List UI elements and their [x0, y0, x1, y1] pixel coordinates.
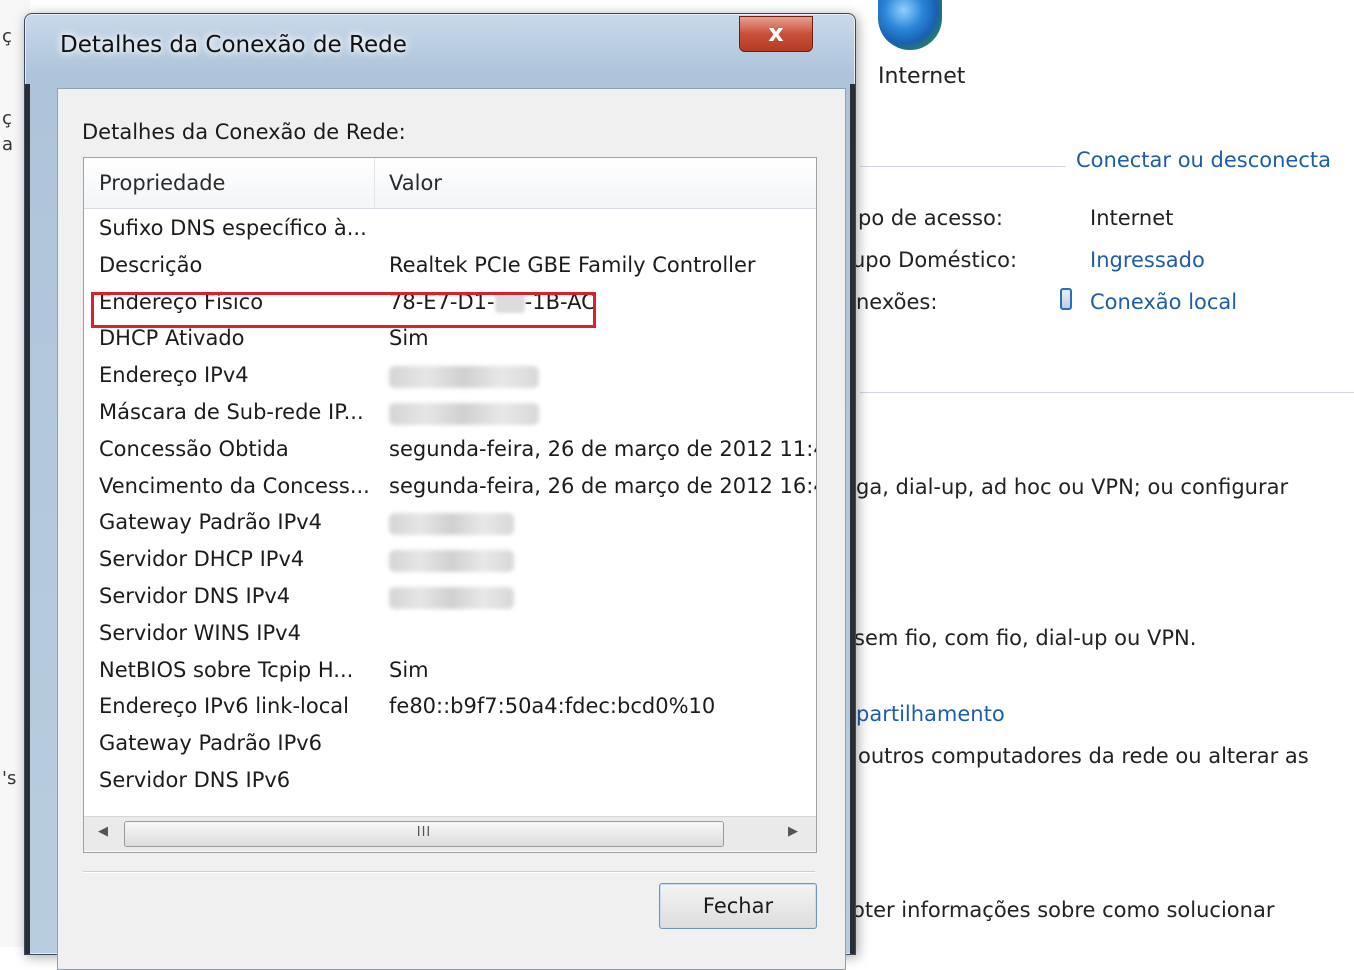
sharing-link[interactable]: partilhamento	[856, 702, 1005, 726]
table-row[interactable]: Máscara de Sub-rede IP...	[84, 398, 816, 435]
redacted-blur	[389, 513, 514, 536]
table-row[interactable]: Servidor DNS IPv6	[84, 766, 816, 803]
divider	[860, 166, 1066, 167]
connections-value-wrap: Conexão local	[1090, 290, 1237, 314]
redacted-value	[389, 400, 539, 430]
group-label: Detalhes da Conexão de Rede:	[82, 120, 406, 144]
homegroup-label: upo Doméstico:	[852, 248, 1018, 272]
scroll-left-icon[interactable]: ◀	[98, 824, 108, 839]
access-type-value: Internet	[1090, 206, 1174, 230]
close-dialog-label: Fechar	[702, 894, 774, 918]
dialog-title: Detalhes da Conexão de Rede	[60, 32, 407, 58]
mac-address-highlight-box	[91, 292, 596, 328]
value-cell: fe80::b9f7:50a4:fdec:bcd0%10	[389, 694, 716, 719]
value-cell: Realtek PCIe GBE Family Controller	[389, 252, 756, 277]
connections-label: nexões:	[856, 290, 938, 314]
table-row[interactable]: Vencimento da Concess... segunda-feira, 2…	[84, 472, 816, 509]
setup-connection-text: ga, dial-up, ad hoc ou VPN; ou configura…	[856, 475, 1289, 499]
property-cell: Endereço IPv4	[99, 363, 249, 388]
redacted-value	[389, 363, 539, 393]
scroll-right-icon[interactable]: ▶	[788, 824, 798, 839]
grip-icon: III	[416, 825, 432, 840]
local-connection-link[interactable]: Conexão local	[1090, 290, 1237, 314]
table-row[interactable]: NetBIOS sobre Tcpip H... Sim	[84, 656, 816, 693]
table-row[interactable]: Descrição Realtek PCIe GBE Family Control…	[84, 251, 816, 288]
troubleshoot-text: oter informações sobre como solucionar	[852, 898, 1275, 922]
close-icon: x	[768, 19, 784, 47]
ethernet-icon	[1060, 288, 1072, 310]
redacted-blur	[389, 586, 514, 609]
homegroup-value-wrap: Ingressado	[1090, 248, 1205, 272]
value-cell: segunda-feira, 26 de março de 2012 16:4	[389, 473, 817, 498]
sharing-text: outros computadores da rede ou alterar a…	[858, 744, 1309, 768]
property-cell: Gateway Padrão IPv6	[99, 731, 323, 756]
table-row[interactable]: Sufixo DNS específico à...	[84, 214, 816, 251]
property-cell: Máscara de Sub-rede IP...	[99, 399, 364, 424]
horizontal-scrollbar[interactable]: ◀ III ▶	[84, 816, 816, 851]
left-edge-char: ç	[2, 26, 12, 47]
homegroup-link[interactable]: Ingressado	[1090, 248, 1205, 272]
property-cell: DHCP Ativado	[99, 326, 245, 351]
connections-row: nexões:	[856, 290, 937, 314]
access-type-label: po de acesso:	[858, 206, 1003, 230]
column-divider[interactable]	[374, 158, 375, 208]
property-cell: Gateway Padrão IPv4	[99, 510, 323, 535]
divider	[860, 392, 1354, 393]
network-label: Internet	[878, 64, 966, 89]
redacted-value	[389, 510, 514, 540]
redacted-value	[389, 584, 514, 614]
table-row[interactable]: Endereço IPv6 link-local fe80::b9f7:50a4:…	[84, 692, 816, 729]
property-cell: Servidor DNS IPv4	[99, 583, 291, 608]
property-cell: Servidor DHCP IPv4	[99, 547, 305, 572]
value-cell: segunda-feira, 26 de março de 2012 11:4	[389, 436, 817, 461]
table-row[interactable]: Concessão Obtida segunda-feira, 26 de mar…	[84, 435, 816, 472]
network-connection-details-dialog: Detalhes da Conexão de Rede x Detalhes d…	[24, 13, 856, 970]
table-row[interactable]: Gateway Padrão IPv4	[84, 508, 816, 545]
scrollbar-thumb[interactable]: III	[124, 821, 724, 847]
divider	[83, 871, 815, 873]
redacted-value	[389, 547, 514, 577]
table-row[interactable]: Servidor DHCP IPv4	[84, 545, 816, 582]
close-button[interactable]: x	[739, 16, 813, 52]
table-row[interactable]: DHCP Ativado Sim	[84, 324, 816, 361]
property-cell: Vencimento da Concess...	[99, 473, 370, 498]
left-edge-char: 's	[2, 768, 17, 789]
column-header-value[interactable]: Valor	[389, 171, 442, 195]
table-row[interactable]: Endereço IPv4	[84, 361, 816, 398]
left-edge-char: ç	[2, 108, 12, 129]
internet-globe-icon[interactable]	[878, 0, 942, 50]
table-row[interactable]: Gateway Padrão IPv6	[84, 729, 816, 766]
value-cell: Sim	[389, 657, 429, 682]
access-type-value-wrap: Internet	[1090, 206, 1173, 230]
property-cell: Servidor WINS IPv4	[99, 620, 301, 645]
connect-network-text: sem fio, com fio, dial-up ou VPN.	[854, 626, 1197, 650]
property-cell: Sufixo DNS específico à...	[99, 216, 367, 240]
table-row[interactable]: Servidor WINS IPv4	[84, 619, 816, 656]
homegroup-row: upo Doméstico:	[852, 248, 1017, 272]
column-header-property[interactable]: Propriedade	[99, 171, 225, 195]
property-cell: Endereço IPv6 link-local	[99, 694, 349, 719]
details-listview[interactable]: Propriedade Valor Sufixo DNS específico …	[83, 157, 817, 853]
property-cell: Concessão Obtida	[99, 436, 289, 461]
connect-disconnect-link[interactable]: Conectar ou desconecta	[1076, 148, 1331, 172]
redacted-blur	[389, 550, 514, 573]
table-row[interactable]: Servidor DNS IPv4	[84, 582, 816, 619]
access-type-row: po de acesso:	[858, 206, 1003, 230]
left-edge-char: a	[2, 134, 14, 155]
dialog-client-area: Detalhes da Conexão de Rede: Propriedade…	[57, 88, 846, 970]
window-frame-right	[850, 84, 855, 954]
window-frame-left	[25, 84, 30, 954]
value-cell: Sim	[389, 326, 429, 351]
close-dialog-button[interactable]: Fechar	[659, 883, 817, 929]
property-cell: Descrição	[99, 252, 203, 277]
redacted-blur	[389, 402, 539, 425]
redacted-blur	[389, 366, 539, 389]
listview-header: Propriedade Valor	[84, 158, 816, 209]
property-cell: NetBIOS sobre Tcpip H...	[99, 657, 354, 682]
property-cell: Servidor DNS IPv6	[99, 767, 291, 792]
